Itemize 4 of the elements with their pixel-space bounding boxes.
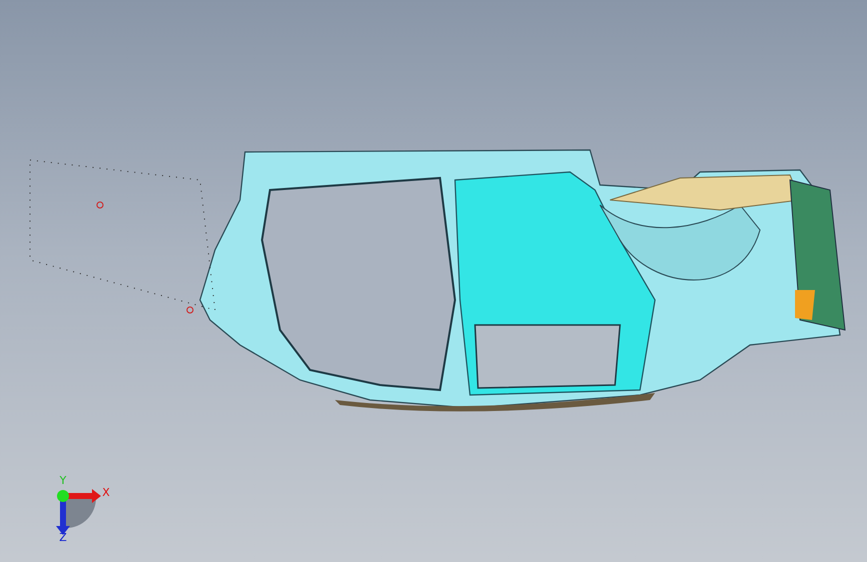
axis-label: Z	[59, 531, 67, 544]
axis-triad-icon	[56, 489, 101, 535]
axis-label: X	[102, 486, 110, 499]
axis-label: Y	[60, 474, 66, 487]
